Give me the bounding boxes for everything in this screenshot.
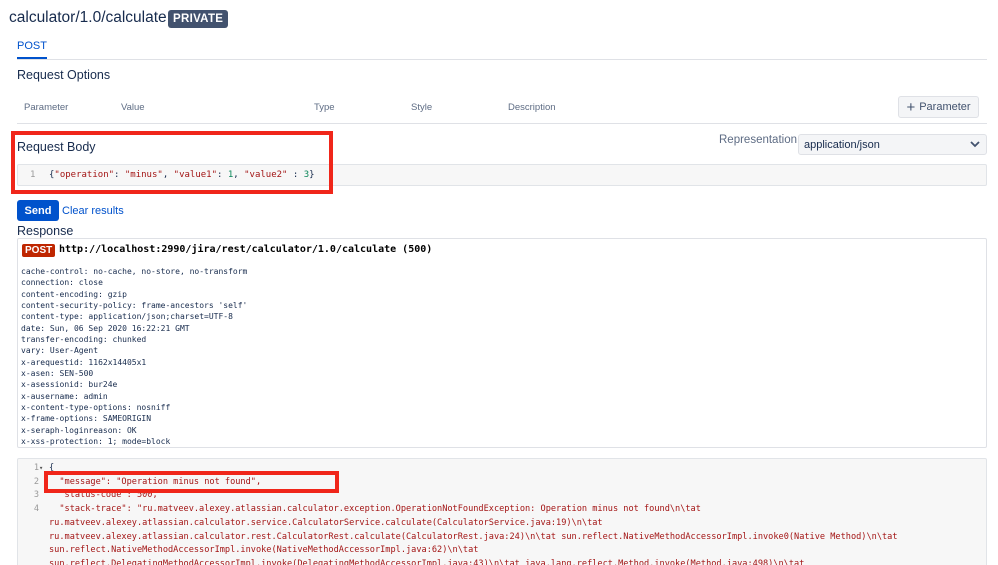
column-parameter: Parameter: [24, 102, 69, 113]
response-header-line: cache-control: no-cache, no-store, no-tr…: [21, 267, 248, 276]
request-options-heading: Request Options: [17, 68, 111, 82]
response-header-line: date: Sun, 06 Sep 2020 16:22:21 GMT: [21, 323, 190, 333]
clear-results-link[interactable]: Clear results: [62, 205, 124, 217]
add-parameter-button[interactable]: + Parameter: [898, 96, 979, 118]
response-body-text: ru.matveev.alexey.atlassian.calculator.r…: [49, 531, 898, 542]
representation-label: Representation: [719, 134, 797, 146]
response-header-line: x-arequestid: 1162x14405x1: [21, 357, 147, 367]
response-body-text: ru.matveev.alexey.atlassian.calculator.s…: [49, 517, 603, 528]
column-value: Value: [121, 102, 145, 113]
line-number: 3: [33, 490, 39, 501]
response-headers: cache-control: no-cache, no-store, no-tr…: [21, 266, 247, 448]
message-highlight: [44, 471, 339, 493]
response-header-line: vary: User-Agent: [21, 346, 99, 356]
fold-arrow-icon[interactable]: ▾: [39, 464, 43, 472]
response-header-line: content-type: application/json;charset=U…: [21, 312, 233, 322]
column-style: Style: [411, 102, 433, 113]
response-header-line: content-encoding: gzip: [21, 289, 127, 299]
response-header-line: content-security-policy: frame-ancestors…: [21, 301, 248, 311]
add-parameter-label: Parameter: [919, 101, 971, 113]
response-headers-panel: POST http://localhost:2990/jira/rest/cal…: [17, 238, 987, 448]
response-header-line: x-asessionid: bur24e: [21, 380, 118, 390]
line-number: 2: [33, 476, 39, 487]
response-body-text: sun.reflect.DelegatingMethodAccessorImpl…: [49, 558, 805, 565]
column-type: Type: [314, 102, 335, 113]
line-number: 1: [33, 463, 39, 473]
chevron-down-icon: [970, 141, 980, 148]
tab-post[interactable]: POST: [17, 40, 47, 59]
response-body-text: sun.reflect.NativeMethodAccessorImpl.inv…: [49, 545, 479, 556]
private-badge: PRIVATE: [168, 10, 229, 28]
send-button[interactable]: Send: [17, 200, 59, 221]
response-header-line: transfer-encoding: chunked: [21, 335, 147, 345]
representation-value: application/json: [804, 139, 880, 151]
response-body-text: "stack-trace": "ru.matveev.alexey.atlass…: [49, 504, 701, 515]
response-header-line: connection: close: [21, 278, 103, 288]
response-header-line: x-content-type-options: nosniff: [21, 403, 171, 413]
request-body-highlight: [11, 131, 333, 194]
method-tabs: POST: [17, 36, 987, 60]
representation-select[interactable]: application/json: [798, 134, 987, 155]
response-header-line: x-xss-protection: 1; mode=block: [21, 437, 171, 447]
response-header-line: x-ausername: admin: [21, 391, 108, 401]
line-number: 4: [33, 504, 39, 515]
column-description: Description: [508, 102, 556, 113]
parameter-table-header: Parameter Value Type Style Description +…: [17, 92, 987, 124]
response-header-line: x-seraph-loginreason: OK: [21, 425, 137, 435]
method-badge: POST: [22, 244, 56, 257]
page-title: calculator/1.0/calculate: [9, 9, 167, 26]
response-header-line: x-asen: SEN-500: [21, 369, 94, 379]
plus-icon: +: [906, 98, 916, 116]
response-heading: Response: [17, 224, 74, 238]
response-header-line: x-frame-options: SAMEORIGIN: [21, 414, 152, 424]
response-url: http://localhost:2990/jira/rest/calculat…: [59, 244, 433, 255]
